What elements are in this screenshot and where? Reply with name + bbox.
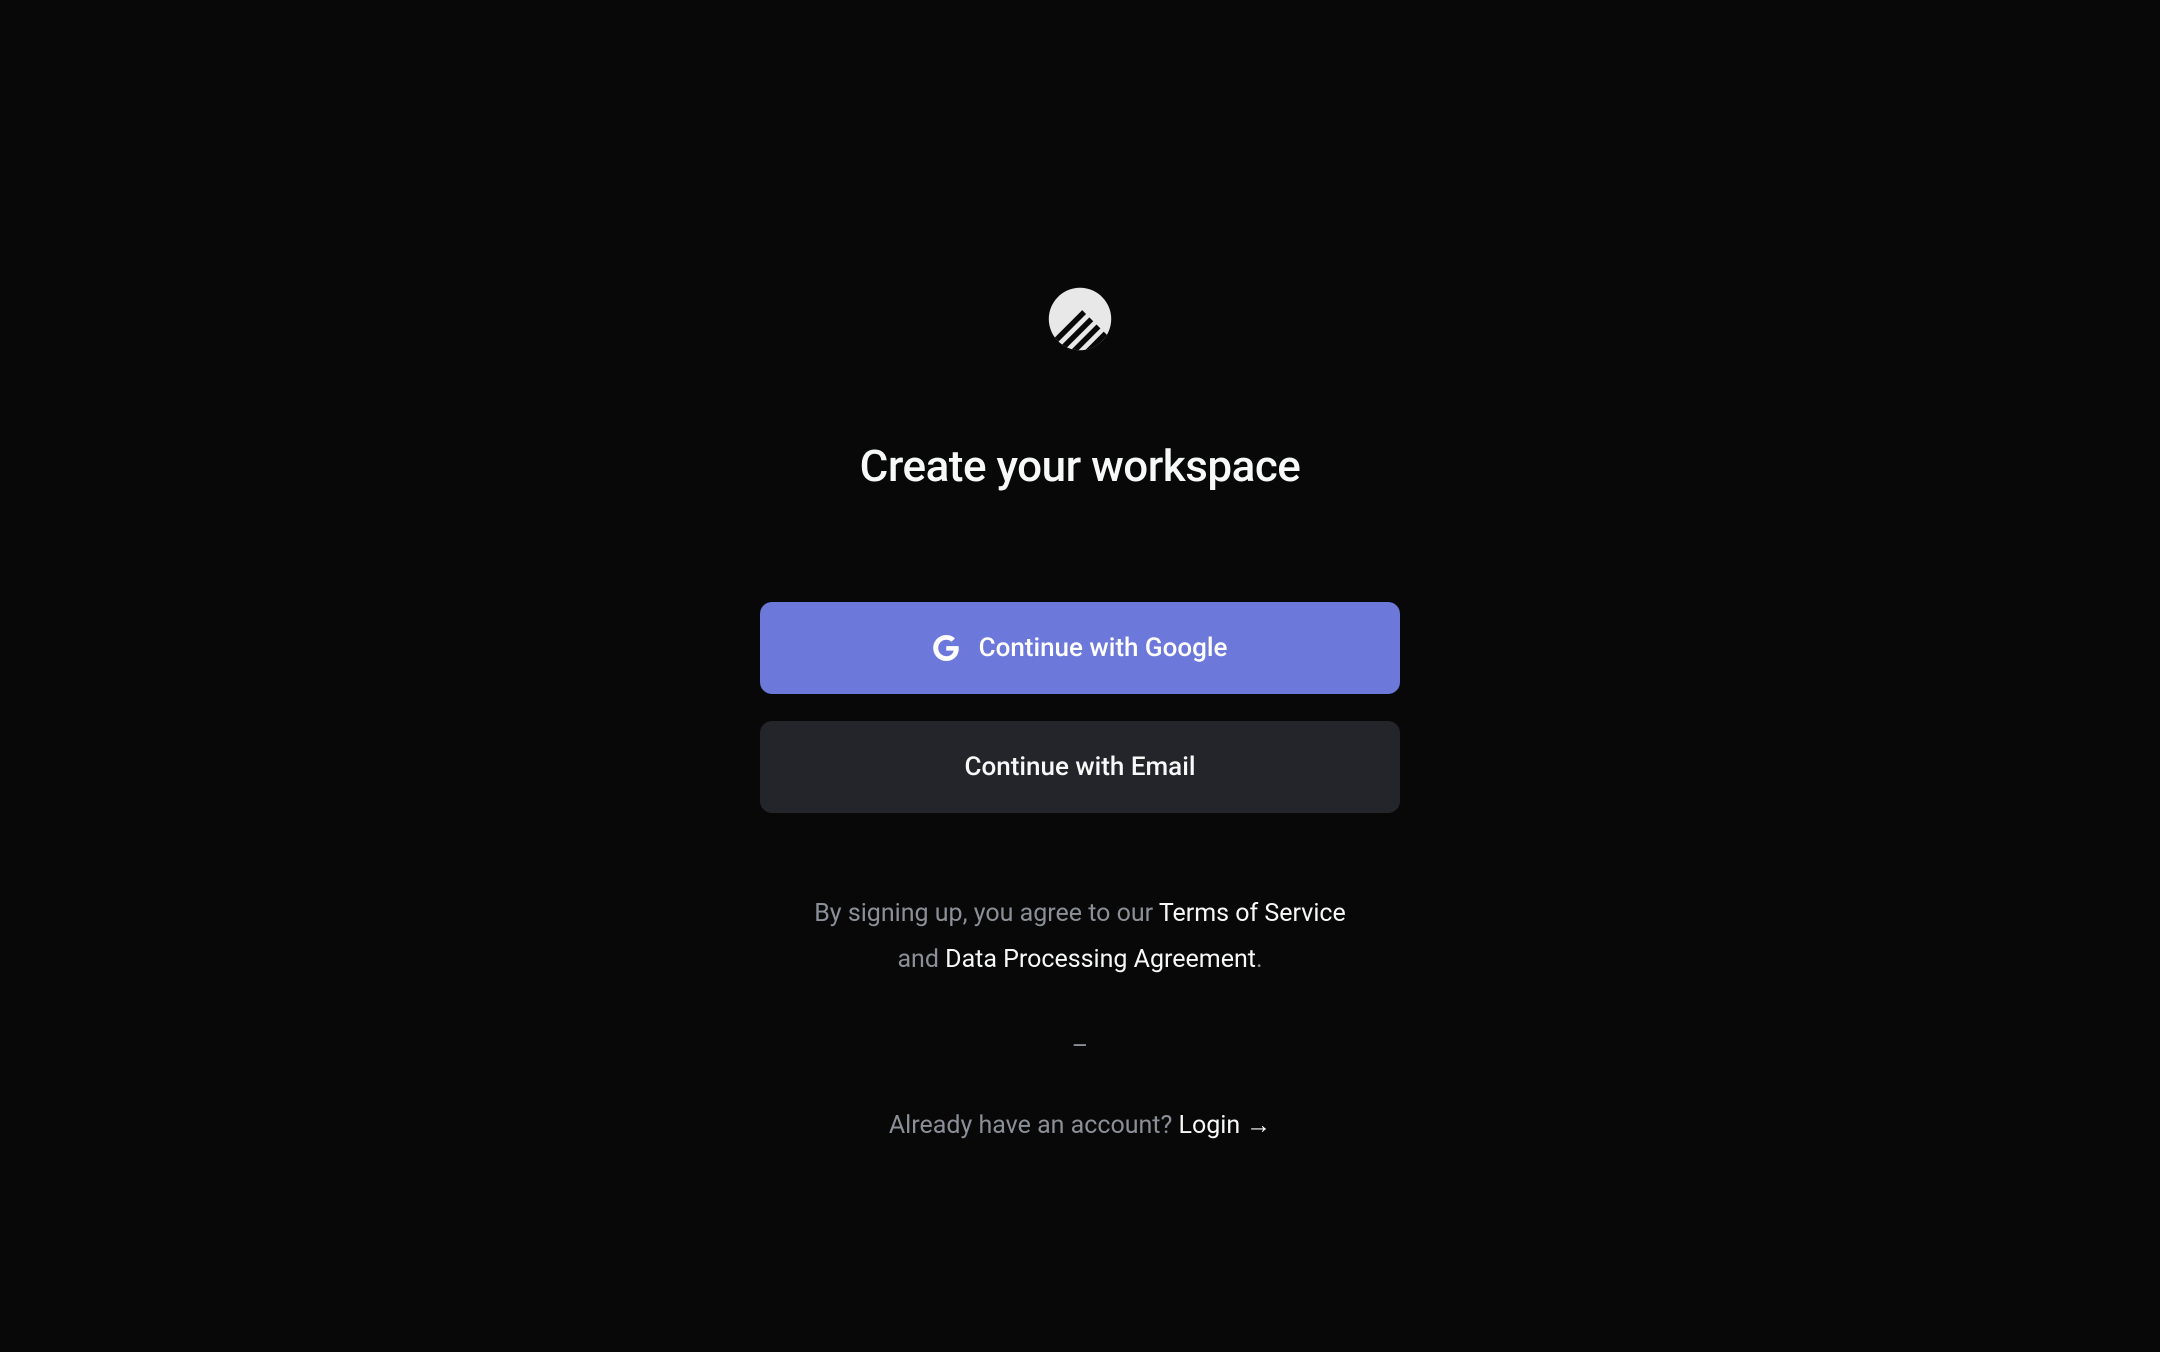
google-button-label: Continue with Google — [979, 633, 1228, 663]
continue-with-email-button[interactable]: Continue with Email — [760, 721, 1400, 813]
dpa-link[interactable]: Data Processing Agreement — [945, 945, 1256, 974]
google-icon — [933, 635, 959, 661]
login-prompt-text: Already have an account? — [889, 1111, 1179, 1140]
continue-with-google-button[interactable]: Continue with Google — [760, 602, 1400, 694]
login-prompt: Already have an account? Login→ — [889, 1111, 1271, 1140]
auth-buttons: Continue with Google Continue with Email — [760, 602, 1400, 813]
legal-text: By signing up, you agree to our Terms of… — [814, 891, 1346, 984]
legal-period: . — [1256, 945, 1263, 974]
email-button-label: Continue with Email — [965, 752, 1196, 782]
arrow-right-icon: → — [1246, 1111, 1271, 1140]
signup-container: Create your workspace Continue with Goog… — [760, 280, 1400, 1140]
terms-of-service-link[interactable]: Terms of Service — [1159, 899, 1346, 928]
login-link[interactable]: Login→ — [1178, 1111, 1271, 1140]
legal-and: and — [897, 945, 945, 974]
linear-logo-icon — [1041, 280, 1119, 358]
page-title: Create your workspace — [860, 440, 1301, 492]
legal-prefix: By signing up, you agree to our — [814, 899, 1159, 928]
divider: – — [1072, 1032, 1088, 1061]
